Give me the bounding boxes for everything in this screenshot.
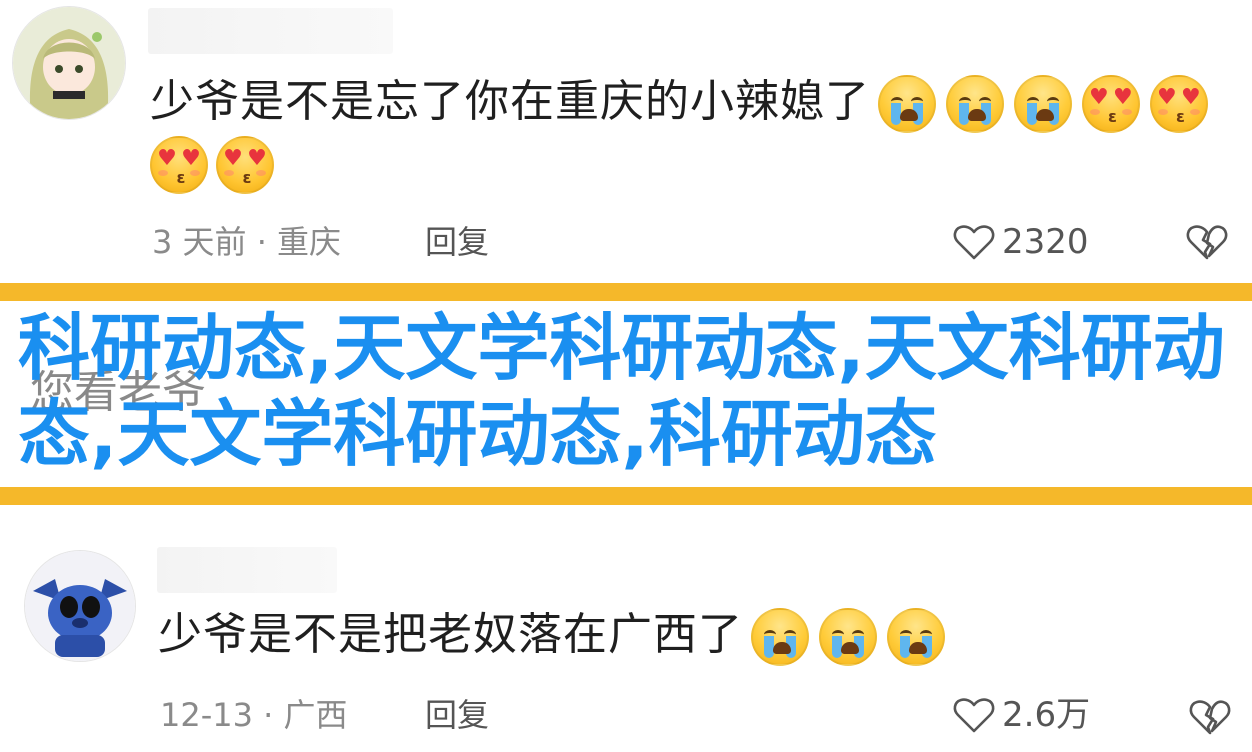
username-redacted bbox=[157, 547, 337, 593]
user-avatar[interactable] bbox=[12, 6, 126, 120]
heart-eyes-face-icon: ♥ ♥ ε bbox=[150, 136, 208, 194]
loudly-crying-face-icon bbox=[751, 608, 809, 666]
emoji-group bbox=[751, 608, 945, 666]
comment-card: 少爷是不是把老奴落在广西了 12-13 · 广西 回复 2.6万 bbox=[0, 505, 1252, 752]
anime-girl-avatar-icon bbox=[13, 7, 125, 119]
comment-card: 少爷是不是忘了你在重庆的小辣媳了 ♥ ♥ ε ♥ ♥ ε ♥ ♥ ε ♥ ♥ ε 3 天前 · … bbox=[0, 0, 1252, 283]
heart-outline-icon bbox=[953, 698, 995, 733]
like-button[interactable]: 2.6万 bbox=[952, 695, 1090, 735]
loudly-crying-face-icon bbox=[946, 75, 1004, 133]
headline-banner: 您看老爷 科研动态,天文学科研动态,天文科研动态,天文学科研动态,科研动态 bbox=[0, 283, 1252, 505]
loudly-crying-face-icon bbox=[887, 608, 945, 666]
user-avatar[interactable] bbox=[24, 550, 136, 662]
like-count: 2320 bbox=[1002, 222, 1089, 262]
loudly-crying-face-icon bbox=[1014, 75, 1072, 133]
heart-eyes-face-icon: ♥ ♥ ε bbox=[1082, 75, 1140, 133]
like-button[interactable]: 2320 bbox=[952, 222, 1089, 262]
like-count: 2.6万 bbox=[1002, 695, 1091, 735]
banner-headline: 科研动态,天文学科研动态,天文科研动态,天文学科研动态,科研动态 bbox=[18, 306, 1225, 476]
heart-eyes-face-icon: ♥ ♥ ε bbox=[216, 136, 274, 194]
comment-time-location: 12-13 · 广西 bbox=[160, 696, 348, 734]
comment-feed: 少爷是不是忘了你在重庆的小辣媳了 ♥ ♥ ε ♥ ♥ ε ♥ ♥ ε ♥ ♥ ε 3 天前 · … bbox=[0, 0, 1252, 752]
broken-heart-icon[interactable] bbox=[1188, 697, 1232, 737]
stitch-avatar-icon bbox=[25, 551, 135, 661]
username-redacted bbox=[148, 8, 393, 54]
loudly-crying-face-icon bbox=[819, 608, 877, 666]
comment-time-location: 3 天前 · 重庆 bbox=[152, 223, 342, 261]
emoji-group-line-2: ♥ ♥ ε ♥ ♥ ε bbox=[150, 136, 274, 194]
emoji-group: ♥ ♥ ε ♥ ♥ ε bbox=[878, 75, 1208, 133]
comment-text: 少爷是不是把老奴落在广西了 bbox=[158, 609, 743, 660]
heart-eyes-face-icon: ♥ ♥ ε bbox=[1150, 75, 1208, 133]
comment-text: 少爷是不是忘了你在重庆的小辣媳了 bbox=[150, 76, 870, 127]
broken-heart-icon[interactable] bbox=[1185, 222, 1229, 262]
loudly-crying-face-icon bbox=[878, 75, 936, 133]
comment-text-line: 少爷是不是把老奴落在广西了 bbox=[158, 603, 945, 667]
heart-outline-icon bbox=[953, 225, 995, 260]
reply-button[interactable]: 回复 bbox=[425, 222, 489, 262]
comment-text-line: 少爷是不是忘了你在重庆的小辣媳了 ♥ ♥ ε ♥ ♥ ε bbox=[150, 70, 1208, 134]
banner-bottom-bar bbox=[0, 487, 1252, 505]
reply-button[interactable]: 回复 bbox=[425, 695, 489, 735]
banner-top-bar bbox=[0, 283, 1252, 301]
